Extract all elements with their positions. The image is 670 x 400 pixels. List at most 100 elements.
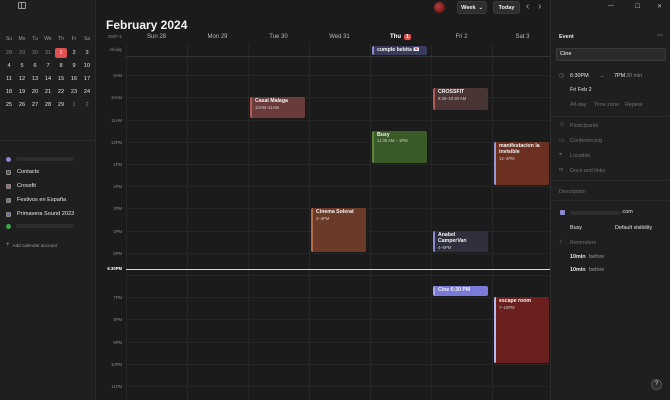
mini-calendar-day[interactable]: 3 [81, 48, 93, 58]
mini-calendar-day[interactable]: 24 [81, 87, 93, 97]
account-row[interactable] [6, 155, 86, 163]
sidebar-toggle-icon[interactable] [18, 2, 26, 9]
option-allday[interactable]: All-day [570, 102, 586, 108]
calendar-color-swatch[interactable] [6, 197, 11, 203]
account-email-redacted [16, 224, 74, 228]
event-title-input[interactable]: Cine [556, 48, 666, 61]
mini-calendar-day[interactable]: 26 [16, 100, 28, 110]
mini-calendar-day[interactable]: 4 [3, 61, 15, 71]
mini-calendar-day[interactable]: 31 [42, 48, 54, 58]
mini-calendar-day[interactable]: 7 [42, 61, 54, 71]
day-header[interactable]: Fri 2 [431, 34, 492, 40]
current-time-line [126, 269, 550, 270]
mini-calendar-day[interactable]: 28 [3, 48, 15, 58]
calendar-item[interactable]: Crossfit [6, 180, 36, 192]
mini-calendar-day[interactable]: 27 [29, 100, 41, 110]
end-time[interactable]: 7PM [614, 73, 625, 79]
account-row-2[interactable] [6, 222, 86, 230]
calendar-label: Contacts [17, 169, 40, 175]
mini-calendar-day[interactable]: 17 [81, 74, 93, 84]
day-header[interactable]: Thu 1 [370, 34, 431, 40]
next-week-button[interactable]: › [538, 1, 541, 12]
conferencing-field[interactable]: Conferencing [570, 138, 602, 144]
calendar-color-swatch[interactable] [6, 183, 11, 189]
mini-calendar-day[interactable]: 13 [29, 74, 41, 84]
calendar-event[interactable]: Cinema Solerat 3–4PM [311, 208, 366, 252]
calendar-event[interactable]: Busy 11:30 AM – 1PM [372, 130, 427, 163]
mini-calendar-day[interactable]: 21 [42, 87, 54, 97]
mini-calendar-day[interactable]: 2 [68, 48, 80, 58]
window-minimize-button[interactable]: — [608, 3, 614, 9]
calendar-event[interactable]: Cine 6:30 PM [433, 286, 488, 297]
calendar-item[interactable]: Contacts [6, 166, 39, 178]
day-header[interactable]: Wed 31 [309, 34, 370, 40]
weekday-label: Su [5, 36, 13, 42]
hour-label: 2PM [113, 184, 122, 190]
mini-calendar-day[interactable]: 29 [16, 48, 28, 58]
start-time[interactable]: 6:30PM [570, 73, 589, 79]
window-maximize-button[interactable]: ☐ [635, 3, 640, 10]
prev-week-button[interactable]: ‹ [526, 1, 529, 12]
calendar-color-swatch[interactable] [6, 169, 11, 175]
mini-calendar-day[interactable]: 20 [29, 87, 41, 97]
mini-calendar-day[interactable]: 1 [68, 100, 80, 110]
event-date[interactable]: Fri Feb 2 [570, 87, 592, 93]
help-button[interactable]: ? [651, 379, 662, 390]
day-header[interactable]: Sat 3 [492, 34, 553, 40]
visibility-selector[interactable]: Default visibility [615, 225, 652, 231]
mini-calendar-day[interactable]: 18 [3, 87, 15, 97]
mini-calendar-day[interactable]: 8 [55, 61, 67, 71]
day-header[interactable]: Mon 29 [187, 34, 248, 40]
mini-calendar-day[interactable]: 22 [55, 87, 67, 97]
calendar-event[interactable]: CROSSFIT 9:30–10:30 AM [433, 88, 488, 110]
mini-calendar-day[interactable]: 25 [3, 100, 15, 110]
calendar-header: February 2024 Week ⌄ Today ‹ › GMT+1 Sun … [96, 0, 550, 44]
mini-calendar-day[interactable]: 9 [68, 61, 80, 71]
mini-calendar-day[interactable]: 30 [29, 48, 41, 58]
window-close-button[interactable]: ✕ [657, 3, 662, 10]
mini-calendar-day[interactable]: 29 [55, 100, 67, 110]
allday-event[interactable]: cumple bebita 💌 [372, 46, 427, 55]
calendar-event[interactable]: escape room 7–10PM [494, 297, 549, 363]
avatar[interactable] [434, 2, 445, 13]
reminder-value[interactable]: 10min [570, 254, 586, 260]
more-options-icon[interactable]: ⋯ [657, 32, 663, 39]
add-calendar-account-button[interactable]: + Add calendar account [6, 242, 57, 248]
location-field[interactable]: Location [570, 153, 590, 159]
mini-calendar-day[interactable]: 12 [16, 74, 28, 84]
day-header[interactable]: Sun 28 [126, 34, 187, 40]
mini-calendar-day[interactable]: 14 [42, 74, 54, 84]
hour-label: 5PM [113, 250, 122, 256]
hour-label: 9AM [113, 73, 122, 79]
view-selector-button[interactable]: Week ⌄ [457, 1, 487, 14]
participants-field[interactable]: Participants [570, 123, 598, 129]
calendar-item[interactable]: Festivos en España [6, 194, 66, 206]
weekday-label: Mo [18, 36, 26, 42]
mini-calendar-day[interactable]: 16 [68, 74, 80, 84]
mini-calendar-day[interactable]: 28 [42, 100, 54, 110]
participants-icon: ☺ [559, 122, 566, 128]
option-timezone[interactable]: Time zone [594, 102, 619, 108]
mini-calendar-day[interactable]: 19 [16, 87, 28, 97]
calendar-color-swatch[interactable] [6, 211, 11, 217]
calendar-event[interactable]: Anabel CamperVan 4–5PM [433, 230, 488, 252]
mini-calendar-day[interactable]: 1 [55, 48, 67, 58]
docs-field[interactable]: Docs and links [570, 168, 605, 174]
arrow-icon: → [599, 73, 605, 79]
option-repeat[interactable]: Repeat [625, 102, 642, 108]
today-button[interactable]: Today [493, 1, 520, 14]
mini-calendar-day[interactable]: 6 [29, 61, 41, 71]
calendar-event[interactable]: Casal Malaga 10AM–11AM [250, 97, 305, 119]
mini-calendar-day[interactable]: 23 [68, 87, 80, 97]
day-header[interactable]: Tue 30 [248, 34, 309, 40]
mini-calendar-day[interactable]: 10 [81, 61, 93, 71]
mini-calendar-day[interactable]: 5 [16, 61, 28, 71]
mini-calendar-day[interactable]: 15 [55, 74, 67, 84]
busy-selector[interactable]: Busy [570, 225, 582, 231]
description-field[interactable]: Description [559, 189, 586, 195]
mini-calendar-day[interactable]: 2 [81, 100, 93, 110]
calendar-event[interactable]: manifestacion la invisible 12–2PM [494, 141, 549, 186]
calendar-item[interactable]: Primavera Sound 2023 [6, 208, 74, 220]
mini-calendar-day[interactable]: 11 [3, 74, 15, 84]
reminder-value[interactable]: 10min [570, 267, 586, 273]
